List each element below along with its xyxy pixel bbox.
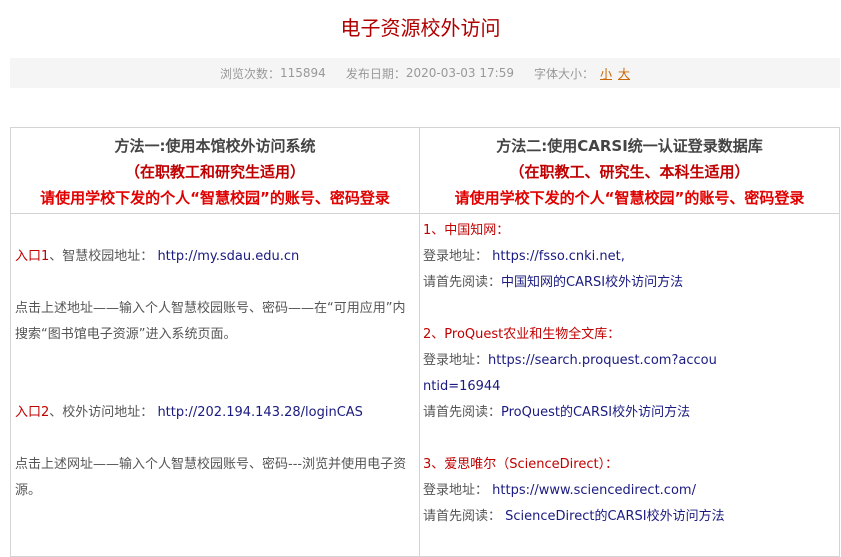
entry2-prefix: 入口2 [15,405,50,420]
cnki-read-line: 请首先阅读：中国知网的CARSI校外访问方法 [423,270,683,296]
article-meta-bar: 浏览次数： 115894 发布日期： 2020-03-03 17:59 字体大小… [10,58,840,88]
entry2-label: 、校外访问地址： [49,405,154,420]
entry1-prefix: 入口1 [15,249,50,264]
method1-scope: （在职教工和研究生适用） [124,163,305,181]
method1-title: 方法一:使用本馆校外访问系统 [114,137,316,155]
font-size-large-link[interactable]: 大 [618,65,630,82]
sciencedirect-guide-link[interactable]: ScienceDirect的CARSI校外访问方法 [505,509,724,524]
proquest-heading: 2、ProQuest农业和生物全文库： [423,327,621,342]
entry1-description: 点击上述地址——输入个人智慧校园账号、密码——在“可用应用”内搜索“图书馆电子资… [15,301,406,342]
entry2-url-link[interactable]: http://202.194.143.28/loginCAS [157,405,362,420]
views-count: 115894 [280,66,326,80]
cnki-heading: 1、中国知网： [423,223,510,238]
table-header-row: 方法一:使用本馆校外访问系统 （在职教工和研究生适用） 请使用学校下发的个人“智… [11,128,839,214]
views-label: 浏览次数： [219,66,280,81]
cnki-login-label: 登录地址： [423,249,489,264]
entry1-line: 入口1、智慧校园地址： http://my.sdau.edu.cn [15,244,299,270]
sciencedirect-login-label: 登录地址： [423,483,489,498]
cnki-login-url-link[interactable]: https://fsso.cnki.net, [492,249,625,264]
cnki-read-label: 请首先阅读： [423,275,502,290]
entry2-description: 点击上述网址——输入个人智慧校园账号、密码---浏览并使用电子资源。 [15,457,407,498]
method2-header: 方法二:使用CARSI统一认证登录数据库 （在职教工、研究生、本科生适用） 请使… [420,128,839,214]
method1-header: 方法一:使用本馆校外访问系统 （在职教工和研究生适用） 请使用学校下发的个人“智… [11,128,419,214]
method1-login-note: 请使用学校下发的个人“智慧校园”的账号、密码登录 [40,189,390,207]
font-size-label: 字体大小： [533,66,594,81]
proquest-read-label: 请首先阅读： [423,405,502,420]
cnki-guide-link[interactable]: 中国知网的CARSI校外访问方法 [501,275,683,290]
proquest-read-line: 请首先阅读：ProQuest的CARSI校外访问方法 [423,400,690,426]
proquest-login-label: 登录地址： [423,353,489,368]
method2-scope: （在职教工、研究生、本科生适用） [509,163,750,181]
entry1-label: 、智慧校园地址： [49,249,154,264]
sciencedirect-login-line: 登录地址： https://www.sciencedirect.com/ [423,478,696,504]
sciencedirect-read-line: 请首先阅读： ScienceDirect的CARSI校外访问方法 [423,504,725,530]
access-methods-table: 方法一:使用本馆校外访问系统 （在职教工和研究生适用） 请使用学校下发的个人“智… [10,127,840,557]
sciencedirect-login-url-link[interactable]: https://www.sciencedirect.com/ [492,483,696,498]
method2-login-note: 请使用学校下发的个人“智慧校园”的账号、密码登录 [454,189,805,207]
font-size-small-link[interactable]: 小 [600,65,612,82]
cnki-login-line: 登录地址： https://fsso.cnki.net, [423,244,625,270]
publish-date-label: 发布日期： [345,66,406,81]
sciencedirect-read-label: 请首先阅读： [423,509,502,524]
sciencedirect-heading: 3、爱思唯尔（ScienceDirect）： [423,457,619,472]
method2-title: 方法二:使用CARSI统一认证登录数据库 [496,137,763,155]
page-title: 电子资源校外访问 [340,16,501,40]
proquest-login-line: 登录地址：https://search.proquest.com?account… [423,348,723,400]
entry1-url-link[interactable]: http://my.sdau.edu.cn [157,249,299,264]
publish-date: 2020-03-03 17:59 [405,66,514,80]
entry2-line: 入口2、校外访问地址： http://202.194.143.28/loginC… [15,400,363,426]
proquest-guide-link[interactable]: ProQuest的CARSI校外访问方法 [501,405,690,420]
